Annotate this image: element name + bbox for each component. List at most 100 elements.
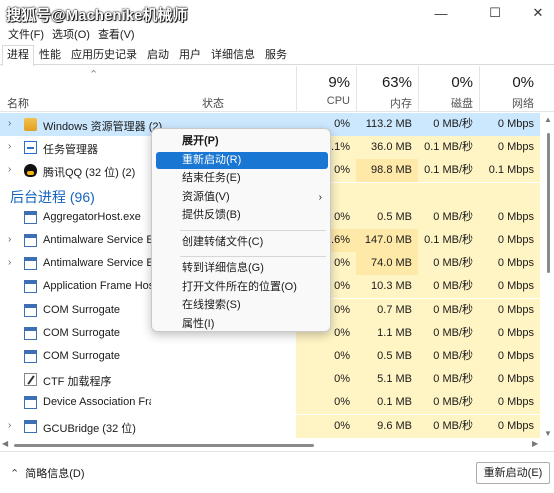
app-window-icon <box>24 234 37 247</box>
scroll-down-icon[interactable]: ▼ <box>544 429 552 438</box>
scroll-up-icon[interactable]: ▲ <box>544 115 552 124</box>
expand-chevron-icon[interactable]: › <box>8 141 11 152</box>
context-menu-item-label: 资源值(V) <box>182 190 230 203</box>
chevron-up-icon: ⌃ <box>10 467 20 480</box>
context-menu-item-label: 属性(I) <box>182 317 215 330</box>
cell-network: 0.1 Mbps <box>479 159 540 183</box>
column-status[interactable]: 状态 <box>202 95 224 111</box>
context-menu-item[interactable]: 资源值(V) › <box>156 189 328 206</box>
column-memory[interactable]: 63% 内存 <box>356 66 418 112</box>
cell-disk: 0 MB/秒 <box>418 275 479 299</box>
section-title: 后台进程 (96) <box>10 188 95 205</box>
context-menu-item-label: 提供反馈(B) <box>182 209 241 221</box>
memory-label: 内存 <box>390 98 412 110</box>
expand-chevron-icon[interactable]: › <box>8 118 11 129</box>
column-header: ⌃ 名称 状态 9% CPU 63% 内存 0% 磁盘 0% 网络 <box>0 66 554 112</box>
hscroll-thumb[interactable] <box>14 444 314 447</box>
cell-memory: 74.0 MB <box>356 252 418 276</box>
cell-disk <box>418 182 479 206</box>
scroll-thumb[interactable] <box>547 133 550 273</box>
context-menu-item-label: 重新启动(R) <box>182 153 242 166</box>
menu-file[interactable]: 文件(F) <box>0 26 48 44</box>
menu-options[interactable]: 选项(O) <box>48 26 94 44</box>
cell-network: 0 Mbps <box>479 252 540 276</box>
cell-disk: 0 MB/秒 <box>433 118 473 130</box>
vertical-scrollbar[interactable]: ▲ ▼ <box>543 113 554 440</box>
process-name: GCUBridge (32 位) <box>43 422 136 435</box>
process-name: COM Surrogate <box>43 303 121 316</box>
watermark-text: 搜狐号@Machenike机械师 <box>6 7 188 24</box>
disk-total: 0% <box>451 74 473 91</box>
maximize-button[interactable]: ☐ <box>472 0 518 26</box>
cell-memory: 9.6 MB <box>356 414 418 438</box>
context-menu-item[interactable]: 展开(P) <box>156 133 328 150</box>
context-menu: 展开(P) 重新启动(R) 结束任务(E) 资源值(V) › 提供反馈(B) 创建转储文件(… <box>151 128 331 332</box>
cell-cpu: 0% <box>296 391 356 415</box>
context-menu-item[interactable]: 在线搜索(S) <box>156 297 328 314</box>
context-menu-item[interactable]: 结束任务(E) <box>156 170 328 187</box>
cell-disk: 0.1 MB/秒 <box>418 136 479 160</box>
context-menu-item[interactable]: 提供反馈(B) <box>156 207 328 224</box>
tab-performance[interactable]: 性能 <box>34 45 66 65</box>
cell-memory: 147.0 MB <box>356 229 418 252</box>
submenu-arrow-icon: › <box>318 191 322 203</box>
cell-network: 0 Mbps <box>479 368 540 392</box>
cell-memory: 10.3 MB <box>356 275 418 299</box>
cell-network: 0 Mbps <box>479 321 540 345</box>
scroll-left-icon[interactable]: ◀ <box>2 439 8 448</box>
expand-chevron-icon[interactable]: › <box>8 420 11 431</box>
title-bar: 搜狐号@Machenike机械师 — ☐ ✕ <box>0 0 554 26</box>
cell-disk: 0 MB/秒 <box>418 321 479 345</box>
context-menu-item[interactable]: 创建转储文件(C) <box>156 234 328 251</box>
expand-chevron-icon[interactable]: › <box>8 164 11 175</box>
app-window-icon <box>24 210 37 224</box>
cell-memory: 0.7 MB <box>356 298 418 322</box>
app-window-icon <box>24 257 37 271</box>
sort-chevron-up-icon[interactable]: ⌃ <box>89 68 98 81</box>
tab-details[interactable]: 详细信息 <box>206 45 260 65</box>
context-menu-item[interactable]: 转到详细信息(G) <box>156 260 328 277</box>
app-window-icon <box>24 303 37 317</box>
table-row[interactable]: Device Association Framework Provider Ho… <box>0 391 540 415</box>
expand-chevron-icon[interactable]: › <box>8 257 11 268</box>
column-cpu[interactable]: 9% CPU <box>296 66 356 112</box>
process-name: COM Surrogate <box>43 326 121 339</box>
cell-network: 0 Mbps <box>479 298 540 322</box>
qq-penguin-icon <box>24 164 37 178</box>
context-menu-item-label: 转到详细信息(G) <box>182 262 264 274</box>
table-row[interactable]: › GCUBridge (32 位) 0% 9.6 MB 0 MB/秒 0 Mbps <box>0 414 540 438</box>
cell-disk: 0 MB/秒 <box>418 414 479 438</box>
context-menu-item-label: 创建转储文件(C) <box>182 235 264 248</box>
table-row[interactable]: COM Surrogate 0% 0.5 MB 0 MB/秒 0 Mbps <box>0 345 540 368</box>
cell-disk: 0 MB/秒 <box>418 298 479 322</box>
expand-chevron-icon[interactable]: › <box>8 234 11 245</box>
fewer-details-link[interactable]: ⌃ 简略信息(D) <box>10 465 85 481</box>
column-name[interactable]: 名称 <box>7 95 29 111</box>
cell-memory: 1.1 MB <box>356 321 418 345</box>
close-button[interactable]: ✕ <box>515 0 554 26</box>
tab-users[interactable]: 用户 <box>174 45 206 65</box>
tab-startup[interactable]: 启动 <box>142 45 174 65</box>
minimize-button[interactable]: — <box>418 0 464 26</box>
context-menu-item-label: 结束任务(E) <box>182 172 241 184</box>
tab-processes[interactable]: 进程 <box>2 45 34 66</box>
context-menu-item[interactable]: 属性(I) <box>156 316 328 333</box>
cell-network: 0 Mbps <box>479 345 540 368</box>
restart-button[interactable]: 重新启动(E) <box>476 462 550 484</box>
table-row[interactable]: CTF 加载程序 0% 5.1 MB 0 MB/秒 0 Mbps <box>0 368 540 392</box>
menu-view[interactable]: 查看(V) <box>94 26 139 44</box>
cell-memory: 0.5 MB <box>356 205 418 229</box>
process-name: COM Surrogate <box>43 350 121 362</box>
horizontal-scrollbar[interactable]: ◀ ▶ <box>0 439 543 451</box>
column-disk[interactable]: 0% 磁盘 <box>418 66 479 112</box>
context-menu-item[interactable]: 打开文件所在的位置(O) <box>156 279 328 296</box>
app-window-icon <box>24 326 37 340</box>
tab-services[interactable]: 服务 <box>260 45 292 65</box>
tab-app-history[interactable]: 应用历史记录 <box>66 45 142 65</box>
cpu-label: CPU <box>326 95 350 107</box>
context-menu-item[interactable]: 重新启动(R) <box>156 151 328 169</box>
column-network[interactable]: 0% 网络 <box>479 66 540 112</box>
process-name: AggregatorHost.exe <box>43 210 141 223</box>
cell-disk: 0 MB/秒 <box>418 252 479 276</box>
scroll-right-icon[interactable]: ▶ <box>532 439 538 448</box>
